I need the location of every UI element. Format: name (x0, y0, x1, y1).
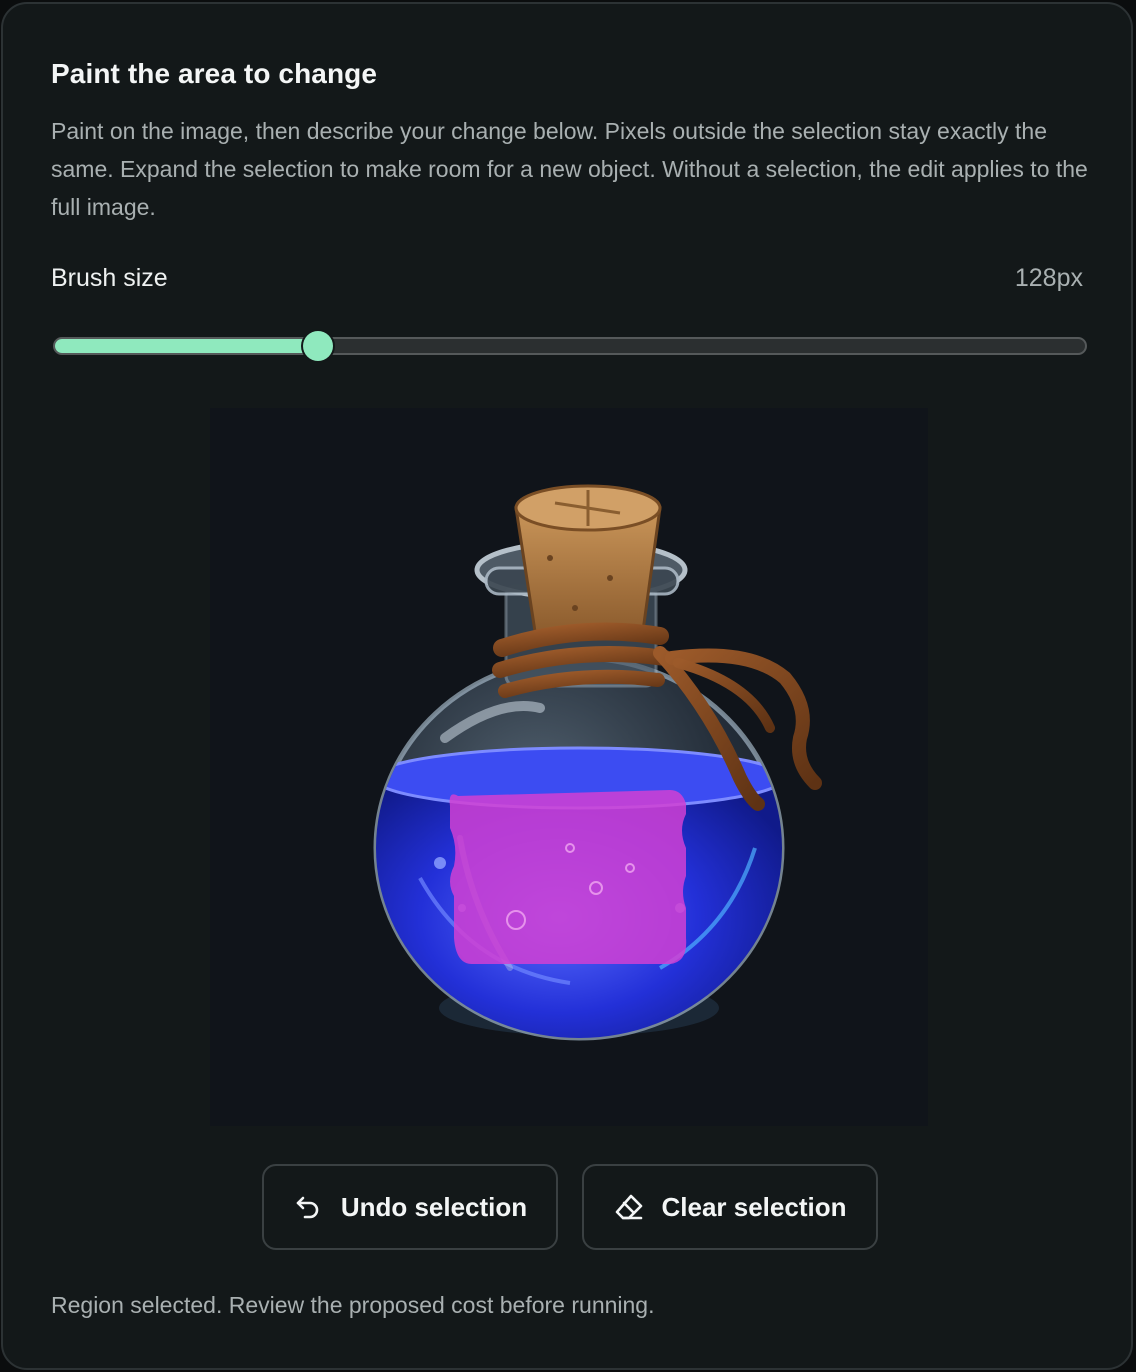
selection-mask (449, 790, 687, 964)
clear-selection-button[interactable]: Clear selection (582, 1164, 878, 1250)
potion-bottle-image (373, 484, 822, 1041)
brush-size-slider-fill (55, 339, 318, 353)
image-canvas[interactable] (210, 408, 928, 1126)
undo-icon (293, 1192, 323, 1222)
brush-size-label: Brush size (51, 264, 168, 292)
undo-selection-label: Undo selection (340, 1191, 528, 1222)
eraser-icon (614, 1192, 644, 1222)
clear-selection-label: Clear selection (661, 1191, 847, 1222)
brush-size-value: 128px (1014, 264, 1083, 292)
undo-selection-button[interactable]: Undo selection (262, 1164, 558, 1250)
panel-title: Paint the area to change (51, 58, 378, 89)
brush-size-slider-thumb[interactable] (303, 331, 333, 361)
brush-size-slider[interactable] (53, 331, 1087, 361)
panel-description: Paint on the image, then describe your c… (51, 118, 1088, 220)
paint-selection-panel: Paint the area to change Paint on the im… (1, 2, 1133, 1370)
status-message: Region selected. Review the proposed cos… (51, 1292, 655, 1318)
